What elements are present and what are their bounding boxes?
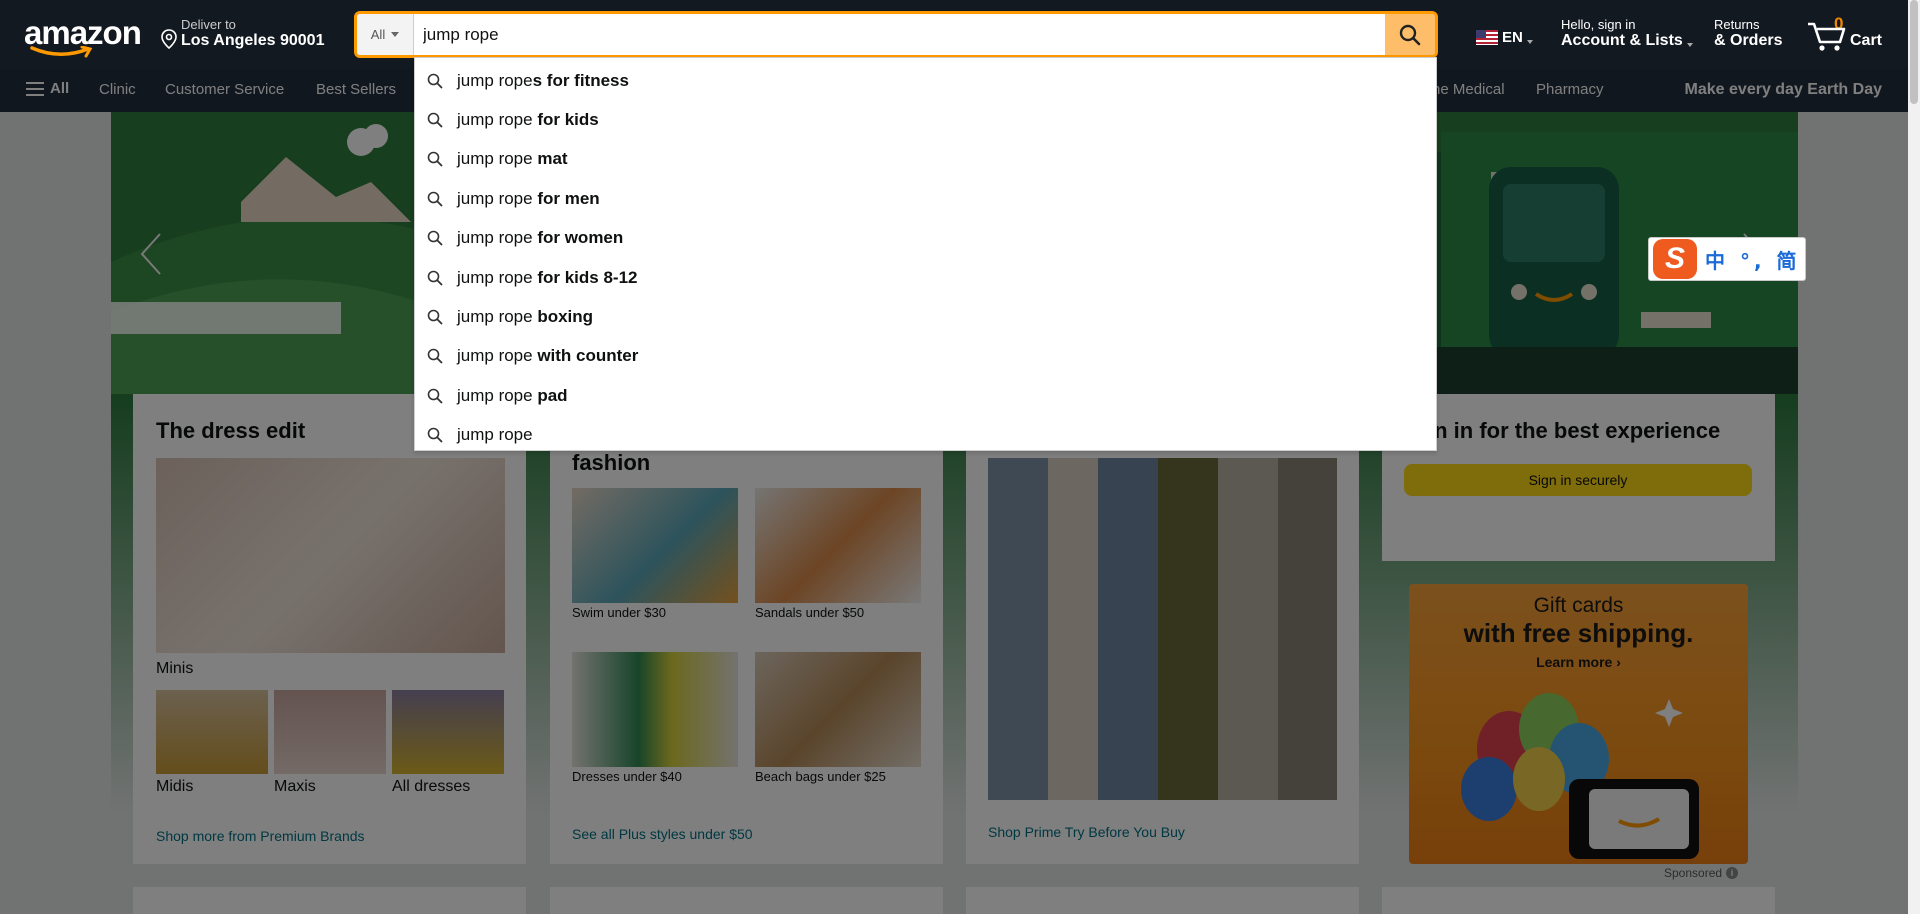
search-icon [1399, 24, 1421, 45]
cart-icon [1808, 22, 1846, 51]
search-category-dropdown[interactable]: All [357, 14, 414, 55]
suggestion-prefix: jump rope [457, 346, 538, 366]
account-lists-row: Account & Lists [1561, 32, 1693, 50]
search-input[interactable] [417, 14, 1377, 55]
search-suggestion-item[interactable]: jump rope mat [415, 140, 1436, 179]
search-suggestion-item[interactable]: jump rope for kids 8-12 [415, 258, 1436, 297]
suggestion-completion: for kids 8-12 [537, 267, 638, 287]
returns-label: Returns [1714, 17, 1760, 32]
suggestion-prefix: jump rope [457, 228, 538, 248]
suggestion-completion: for kids [537, 110, 599, 130]
suggestion-prefix: jump rope [457, 385, 538, 405]
search-icon [427, 427, 443, 443]
language-selector[interactable]: EN [1476, 29, 1533, 46]
search-bar: All [354, 11, 1438, 58]
suggestion-completion: mat [537, 149, 568, 169]
suggestion-prefix: jump rope [457, 70, 533, 90]
orders-label: & Orders [1714, 32, 1783, 49]
suggestion-completion: boxing [537, 307, 594, 327]
search-icon [427, 112, 443, 128]
suggestion-prefix: jump rope [457, 110, 538, 130]
suggestion-completion: s for fitness [532, 70, 629, 90]
account-and-lists[interactable]: Hello, sign in Account & Lists [1561, 17, 1693, 50]
search-suggestions-dropdown: jump rope s for fitness jump rope for kids… [414, 57, 1437, 451]
caret-down-icon [391, 32, 400, 37]
search-submit-button[interactable] [1385, 14, 1435, 55]
logo-smile-icon [30, 46, 93, 58]
search-category-label: All [370, 27, 386, 42]
returns-and-orders[interactable]: Returns & Orders [1714, 17, 1782, 50]
search-suggestion-item[interactable]: jump rope for men [415, 179, 1436, 218]
scrollbar-thumb[interactable] [1910, 0, 1918, 104]
search-icon [427, 349, 443, 364]
search-icon [427, 73, 443, 89]
search-suggestion-item[interactable]: jump rope pad [415, 376, 1436, 415]
search-icon [427, 309, 443, 325]
caret-down-icon [1686, 43, 1693, 47]
search-suggestion-item[interactable]: jump rope for kids [415, 100, 1436, 139]
suggestion-prefix: jump rope [457, 307, 538, 327]
suggestion-prefix: jump rope [457, 425, 533, 445]
suggestion-prefix: jump rope [457, 149, 538, 169]
cart-button[interactable]: 0 Cart [1806, 14, 1886, 54]
search-icon [427, 388, 443, 404]
search-suggestion-item[interactable]: jump rope [415, 416, 1436, 455]
cart-label: Cart [1850, 32, 1883, 49]
us-flag-icon [1476, 30, 1498, 45]
caret-down-icon [1526, 39, 1533, 44]
search-suggestion-item[interactable]: jump rope s for fitness [415, 61, 1436, 100]
sogou-logo-icon: S [1653, 239, 1697, 279]
deliver-location: Los Angeles 90001 [181, 32, 325, 49]
language-label: EN [1502, 29, 1523, 46]
location-pin-icon [161, 29, 177, 49]
suggestion-prefix: jump rope [457, 188, 538, 208]
search-suggestion-item[interactable]: jump rope for women [415, 219, 1436, 258]
search-icon [427, 270, 443, 286]
search-icon [427, 152, 443, 167]
page-scrollbar[interactable] [1908, 0, 1920, 914]
suggestion-completion: pad [537, 385, 568, 405]
suggestion-completion: with counter [537, 346, 639, 366]
deliver-label: Deliver to [181, 17, 236, 32]
search-icon [427, 191, 443, 207]
account-greeting: Hello, sign in [1561, 17, 1636, 32]
ime-mode-text: 中 °, 简 [1705, 248, 1801, 273]
search-icon [427, 230, 443, 246]
suggestion-completion: for men [537, 188, 600, 208]
suggestion-completion: for women [537, 228, 624, 248]
account-lists-label: Account & Lists [1561, 32, 1683, 49]
search-suggestion-item[interactable]: jump rope with counter [415, 337, 1436, 376]
suggestion-prefix: jump rope [457, 267, 538, 287]
search-suggestion-item[interactable]: jump rope boxing [415, 297, 1436, 336]
ime-toolbar[interactable]: S 中 °, 简 [1648, 237, 1806, 281]
amazon-logo[interactable]: amazon [22, 12, 142, 58]
